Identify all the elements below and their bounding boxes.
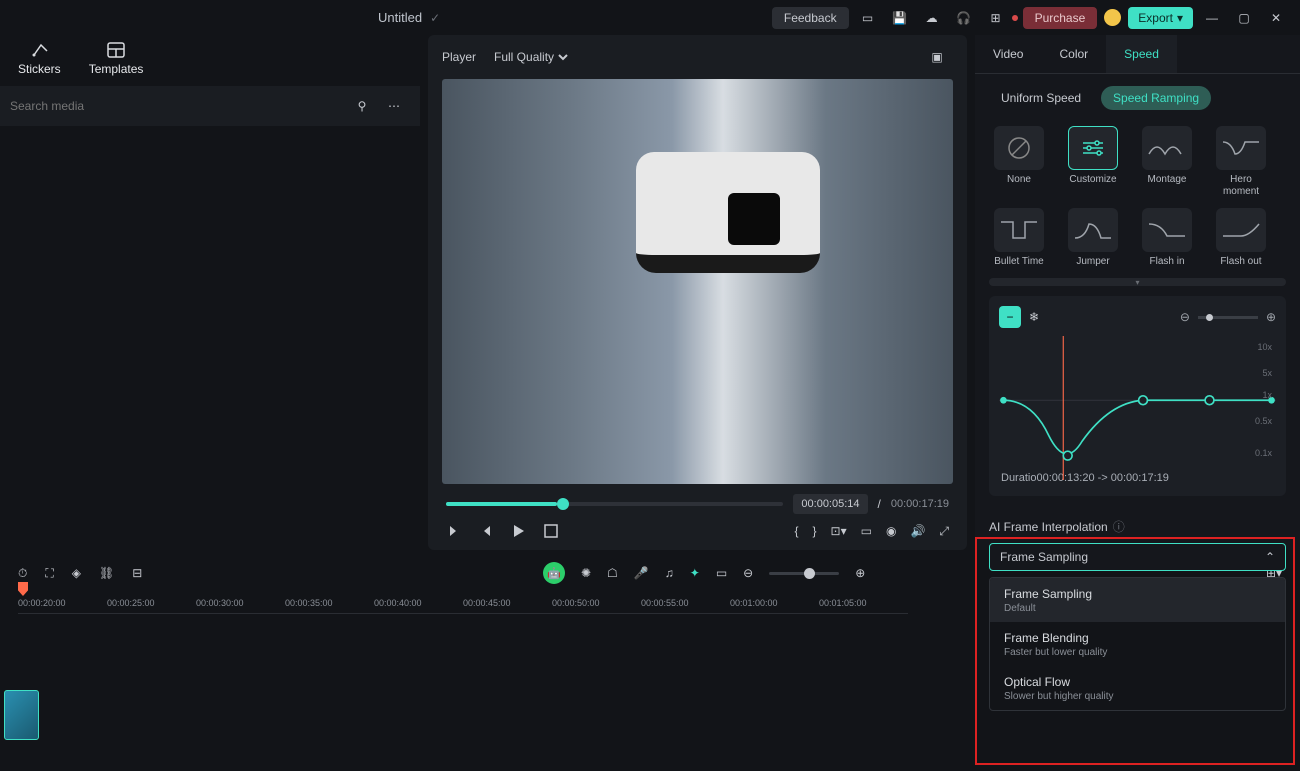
expand-presets[interactable]: ▾ bbox=[989, 278, 1286, 286]
customize-icon bbox=[1079, 138, 1107, 158]
effect-icon[interactable]: ✺ bbox=[581, 566, 591, 580]
project-title: Untitled bbox=[378, 10, 422, 25]
speed-curve-panel: − ❄ ⊖ ⊕ 10x 5x bbox=[989, 296, 1286, 496]
scrubber[interactable] bbox=[446, 502, 783, 506]
feedback-button[interactable]: Feedback bbox=[772, 7, 849, 29]
zoom-in-curve[interactable]: ⊕ bbox=[1266, 310, 1276, 324]
remove-keyframe-button[interactable]: − bbox=[999, 306, 1021, 328]
current-time: 00:00:05:14 bbox=[793, 494, 867, 514]
volume-icon[interactable]: 🔊 bbox=[910, 524, 925, 539]
saved-check-icon: ✓ bbox=[430, 11, 440, 25]
preset-bullet-time[interactable] bbox=[994, 208, 1044, 252]
split-icon[interactable]: ⊟ bbox=[132, 566, 142, 580]
sparkle-icon[interactable]: ✦ bbox=[690, 566, 700, 580]
left-panel: Stickers Templates ⚲ ⋯ bbox=[0, 35, 420, 550]
caption-icon[interactable]: ▭ bbox=[716, 566, 727, 580]
preset-flash-in[interactable] bbox=[1142, 208, 1192, 252]
quality-select[interactable]: Full Quality bbox=[490, 49, 571, 65]
stickers-tab[interactable]: Stickers bbox=[18, 41, 61, 76]
option-optical-flow[interactable]: Optical FlowSlower but higher quality bbox=[990, 666, 1285, 710]
shield-icon[interactable]: ☖ bbox=[607, 566, 618, 580]
timeline-ruler[interactable]: 00:00:20:00 00:00:25:00 00:00:30:00 00:0… bbox=[0, 596, 1300, 610]
camera-icon[interactable]: ◉ bbox=[886, 524, 896, 539]
curve-zoom-slider[interactable] bbox=[1198, 316, 1258, 319]
timeline-clip[interactable] bbox=[4, 690, 39, 740]
tab-speed[interactable]: Speed bbox=[1106, 35, 1177, 73]
mark-out-icon[interactable]: } bbox=[813, 524, 817, 539]
close-icon[interactable]: ✕ bbox=[1264, 6, 1288, 30]
templates-tab[interactable]: Templates bbox=[89, 41, 144, 76]
preset-hero-moment[interactable] bbox=[1216, 126, 1266, 170]
ai-interpolation-select[interactable]: Frame Sampling ⌃ bbox=[989, 543, 1286, 571]
apps-icon[interactable]: ⊞ bbox=[984, 6, 1008, 30]
chevron-up-icon: ⌃ bbox=[1265, 550, 1275, 564]
more-icon[interactable]: ⋯ bbox=[382, 94, 406, 118]
play-button[interactable] bbox=[510, 522, 528, 540]
next-frame-button[interactable] bbox=[478, 522, 496, 540]
fullscreen-icon[interactable]: ⤢ bbox=[939, 524, 949, 539]
preset-montage[interactable] bbox=[1142, 126, 1192, 170]
preset-customize[interactable] bbox=[1068, 126, 1118, 170]
player-label: Player bbox=[442, 50, 476, 64]
flashout-icon bbox=[1221, 218, 1261, 242]
chevron-down-icon: ▾ bbox=[1177, 11, 1183, 25]
freeze-icon[interactable]: ❄ bbox=[1029, 310, 1039, 324]
ai-frame-interpolation-section: AI Frame Interpolationⓘ Frame Sampling ⌃… bbox=[979, 510, 1296, 715]
notification-dot bbox=[1012, 15, 1018, 21]
hero-icon bbox=[1221, 136, 1261, 160]
screen-icon[interactable]: ▭ bbox=[861, 524, 872, 539]
speed-curve-editor[interactable]: 10x 5x 1x 0.5x 0.1x bbox=[999, 336, 1276, 466]
timer-icon[interactable]: ⏱ bbox=[18, 566, 27, 581]
search-input[interactable] bbox=[10, 99, 346, 113]
save-icon[interactable]: 💾 bbox=[888, 6, 912, 30]
headset-icon[interactable]: 🎧 bbox=[952, 6, 976, 30]
ratio-icon[interactable]: ⊡▾ bbox=[831, 524, 847, 539]
subtab-uniform-speed[interactable]: Uniform Speed bbox=[989, 86, 1093, 110]
timeline-zoom-slider[interactable] bbox=[769, 572, 839, 575]
zoom-out-timeline[interactable]: ⊖ bbox=[743, 566, 753, 580]
inspector-panel: Video Color Speed Uniform Speed Speed Ra… bbox=[975, 35, 1300, 550]
crop-icon[interactable]: ⛶ bbox=[45, 566, 53, 581]
templates-icon bbox=[106, 41, 126, 59]
mark-in-icon[interactable]: { bbox=[795, 524, 799, 539]
maximize-icon[interactable]: ▢ bbox=[1232, 6, 1256, 30]
prev-frame-button[interactable] bbox=[446, 522, 464, 540]
avatar[interactable] bbox=[1104, 9, 1121, 26]
zoom-in-timeline[interactable]: ⊕ bbox=[855, 566, 865, 580]
total-time: 00:00:17:19 bbox=[891, 498, 949, 510]
minimize-icon[interactable]: — bbox=[1200, 6, 1224, 30]
option-frame-blending[interactable]: Frame BlendingFaster but lower quality bbox=[990, 622, 1285, 666]
preview-viewport[interactable] bbox=[442, 79, 953, 484]
export-button[interactable]: Export▾ bbox=[1128, 7, 1193, 29]
tag-icon[interactable]: ◈ bbox=[72, 566, 81, 580]
subtab-speed-ramping[interactable]: Speed Ramping bbox=[1101, 86, 1211, 110]
music-icon[interactable]: ♫ bbox=[665, 566, 674, 580]
zoom-out-curve[interactable]: ⊖ bbox=[1180, 310, 1190, 324]
purchase-button[interactable]: Purchase bbox=[1023, 7, 1098, 29]
preset-flash-out[interactable] bbox=[1216, 208, 1266, 252]
preset-none[interactable] bbox=[994, 126, 1044, 170]
flashin-icon bbox=[1147, 218, 1187, 242]
info-icon[interactable]: ⓘ bbox=[1113, 518, 1125, 535]
player-panel: Player Full Quality ▣ 00:00:05:14 / 00:0… bbox=[428, 35, 967, 550]
jumper-icon bbox=[1073, 218, 1113, 242]
stickers-icon bbox=[29, 41, 49, 59]
none-icon bbox=[1006, 135, 1032, 161]
filter-icon[interactable]: ⚲ bbox=[350, 94, 374, 118]
mic-icon[interactable]: 🎤 bbox=[634, 566, 649, 580]
tab-video[interactable]: Video bbox=[975, 35, 1041, 73]
tab-color[interactable]: Color bbox=[1041, 35, 1106, 73]
montage-icon bbox=[1147, 136, 1187, 160]
title-bar: Untitled ✓ Feedback ▭ 💾 ☁ 🎧 ⊞ Purchase E… bbox=[0, 0, 1300, 35]
bullet-icon bbox=[999, 218, 1039, 242]
cloud-icon[interactable]: ☁ bbox=[920, 6, 944, 30]
display-icon[interactable]: ▭ bbox=[856, 6, 880, 30]
ai-button[interactable]: 🤖 bbox=[543, 562, 565, 584]
stop-button[interactable] bbox=[542, 522, 560, 540]
link-icon[interactable]: ⛓ bbox=[99, 566, 114, 580]
preset-jumper[interactable] bbox=[1068, 208, 1118, 252]
snapshot-icon[interactable]: ▣ bbox=[925, 45, 949, 69]
